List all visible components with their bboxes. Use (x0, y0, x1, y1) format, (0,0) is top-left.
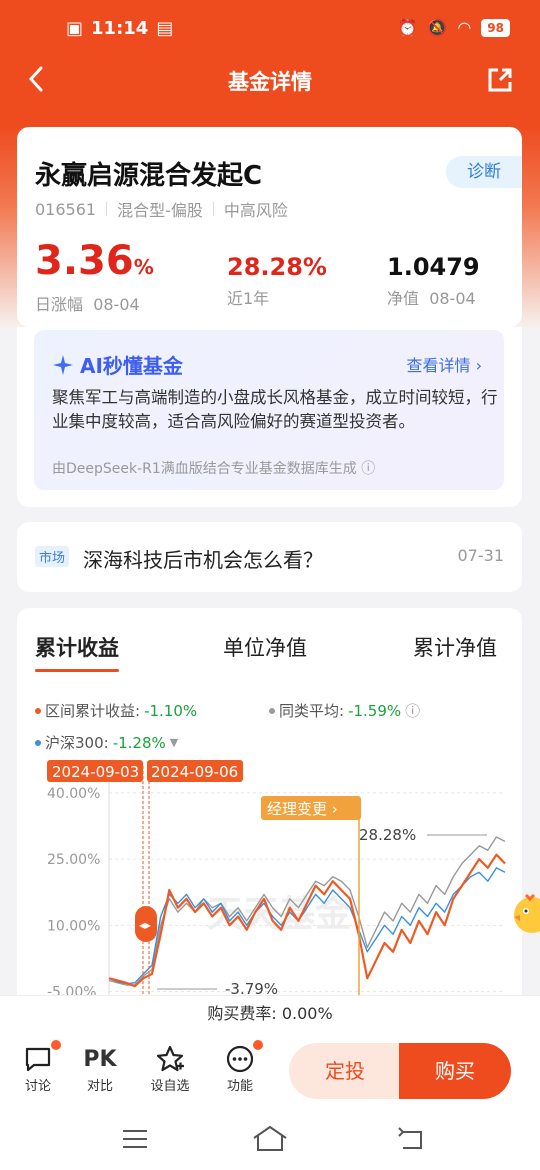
year-return-value: 28.28% (227, 253, 327, 281)
fixed-invest-button[interactable]: 定投 (289, 1043, 401, 1099)
star-add-icon (156, 1045, 184, 1072)
ai-footer: 由DeepSeek-R1满血版结合专业基金数据库生成 ⓘ (52, 458, 375, 478)
fee-bar: 购买费率: 0.00% (0, 995, 540, 1031)
pk-icon: PK (83, 1046, 117, 1072)
legend-fund-value: -1.10% (144, 701, 198, 720)
notification-dot (253, 1040, 263, 1050)
ai-summary-text: 聚焦军工与高端制造的小盘成长风格基金，成立时间较短，行业集中度较高，适合高风险偏… (52, 388, 498, 431)
function-button[interactable]: 功能 (215, 1040, 265, 1094)
favorite-label: 设自选 (150, 1079, 190, 1094)
legend-peer-label: 同类平均: (279, 702, 345, 720)
fund-type: 混合型-偏股 (117, 201, 203, 220)
divider (106, 202, 108, 216)
year-label: 近1年 (227, 289, 270, 308)
legend-fund: 区间累计收益: -1.10% (35, 700, 197, 721)
daily-change-unit: % (133, 255, 154, 279)
news-title: 深海科技后市机会怎么看？ (83, 548, 323, 572)
daily-date: 08-04 (93, 295, 140, 314)
fund-dot-icon (35, 707, 41, 714)
tab-unit-nav[interactable]: 单位净值 (223, 632, 307, 662)
notification-dot (51, 1040, 61, 1050)
news-tag: 市场 (35, 546, 70, 567)
favorite-button[interactable]: 设自选 (145, 1043, 195, 1094)
info-icon[interactable]: ⓘ (361, 461, 375, 477)
system-nav-bar (0, 1110, 540, 1170)
index-dot-icon (35, 739, 41, 746)
drag-arrows-icon: ◂▸ (139, 918, 151, 932)
ai-more-link[interactable]: 查看详情 › (406, 352, 482, 376)
ai-summary-card[interactable]: AI秒懂基金 查看详情 › 聚焦军工与高端制造的小盘成长风格基金，成立时间较短，… (34, 330, 504, 490)
back-nav-icon[interactable] (397, 1126, 427, 1152)
chart-plot[interactable]: 40.00%25.00%10.00%-5.00%天天基金2024-09-03 20… (17, 756, 522, 996)
fund-risk: 中高风险 (223, 201, 288, 220)
daily-change-value: 3.36 (35, 238, 134, 284)
chart-tabs: 累计收益 单位净值 累计净值 (17, 632, 522, 672)
mascot-icon[interactable] (504, 885, 540, 945)
low-label: -3.79% (225, 980, 278, 996)
home-icon[interactable] (252, 1124, 288, 1152)
daily-label: 日涨幅 (35, 295, 84, 314)
chevron-right-icon: › (475, 356, 482, 375)
ai-title-text: AI秒懂基金 (80, 354, 183, 378)
sparkle-icon (53, 354, 73, 375)
compare-label: 对比 (86, 1079, 113, 1094)
date-tag-2: 2024-09-06 (151, 763, 238, 781)
legend-peer-value: -1.59% (348, 701, 402, 720)
tab-cumulative-return[interactable]: 累计收益 (35, 632, 119, 672)
discuss-button[interactable]: 讨论 (13, 1040, 63, 1094)
legend-index-label: 沪深300: (45, 734, 109, 752)
peer-dot-icon (269, 707, 275, 714)
nav-label: 净值 (387, 289, 420, 308)
diagnose-button[interactable]: 诊断 (446, 156, 522, 188)
legend-fund-label: 区间累计收益: (45, 702, 141, 720)
daily-change-metric: 3.36% 日涨幅 08-04 (35, 241, 154, 315)
divider (212, 202, 214, 216)
battery-indicator: 98 (481, 18, 510, 37)
buy-button[interactable]: 购买 (399, 1043, 511, 1099)
legend-index-value: -1.28% (112, 733, 166, 752)
high-label: 28.28% (359, 826, 416, 844)
ai-footer-text: 由DeepSeek-R1满血版结合专业基金数据库生成 (52, 461, 357, 477)
share-icon[interactable] (486, 66, 514, 98)
app-icon: ▤ (156, 18, 174, 39)
y-tick-label: 25.00% (47, 852, 100, 868)
caret-down-icon: ▼ (169, 736, 179, 749)
performance-chart-card: 累计收益 单位净值 累计净值 区间累计收益: -1.10% 同类平均: -1.59%… (17, 608, 522, 1008)
info-icon[interactable]: ⓘ (405, 700, 420, 721)
news-date: 07-31 (457, 546, 505, 565)
news-card[interactable]: 市场 深海科技后市机会怎么看？ 07-31 (17, 522, 522, 592)
fund-summary-card: 永赢启源混合发起C 诊断 016561 混合型-偏股 中高风险 3.36% 日涨… (17, 127, 522, 327)
legend-peer: 同类平均: -1.59% ⓘ (269, 700, 420, 721)
bottom-action-bar: 讨论 PK 对比 设自选 功能 定投 购买 (0, 1031, 540, 1110)
compare-button[interactable]: PK 对比 (75, 1043, 125, 1095)
wifi-icon: ◠ (457, 18, 472, 37)
nav-metric: 1.0479 净值 08-04 (387, 253, 480, 309)
fund-code: 016561 (35, 199, 97, 219)
y-tick-label: 10.00% (47, 918, 100, 934)
page-title: 基金详情 (228, 70, 312, 94)
notification-icon: ▣ (66, 18, 84, 39)
nav-value: 1.0479 (387, 253, 480, 281)
top-nav: 基金详情 (0, 56, 540, 106)
status-time: 11:14 (91, 18, 149, 39)
alarm-icon: ⏰ (397, 18, 418, 37)
fund-tags: 016561 混合型-偏股 中高风险 (35, 197, 288, 221)
status-bar: ▣ 11:14 ▤ ⏰ 🔕 ◠ 98 (0, 0, 540, 60)
ai-more-label: 查看详情 (406, 356, 471, 375)
chat-icon (25, 1047, 51, 1072)
ai-title: AI秒懂基金 (52, 350, 183, 379)
tab-cumulative-nav[interactable]: 累计净值 (413, 632, 497, 662)
discuss-label: 讨论 (24, 1079, 51, 1094)
year-return-metric: 28.28% 近1年 (227, 253, 327, 309)
fund-name: 永赢启源混合发起C (35, 161, 263, 191)
more-icon (226, 1045, 254, 1073)
date-tag-1: 2024-09-03 (52, 763, 139, 781)
legend-index[interactable]: 沪深300: -1.28% ▼ (35, 732, 178, 753)
manager-change-label: 经理变更 › (267, 800, 338, 818)
mute-icon: 🔕 (427, 18, 448, 37)
nav-date: 08-04 (429, 289, 476, 308)
menu-icon[interactable] (121, 1128, 149, 1150)
function-label: 功能 (226, 1079, 253, 1094)
y-tick-label: 40.00% (47, 786, 100, 802)
